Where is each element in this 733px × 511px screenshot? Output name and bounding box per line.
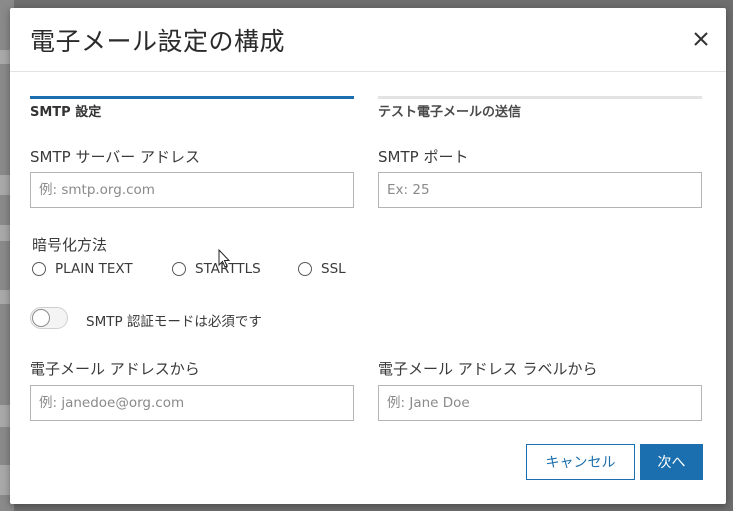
radio-circle <box>298 262 312 276</box>
radio-label: SSL <box>321 261 346 277</box>
radio-plain-text[interactable]: PLAIN TEXT <box>32 261 133 277</box>
close-icon <box>694 32 708 46</box>
smtp-port-input[interactable] <box>378 172 702 208</box>
cancel-button[interactable]: キャンセル <box>526 444 635 480</box>
smtp-server-label: SMTP サーバー アドレス <box>30 148 201 166</box>
toggle-knob <box>32 309 50 327</box>
tab-smtp-indicator <box>30 96 354 99</box>
radio-ssl[interactable]: SSL <box>298 261 346 277</box>
radio-label: PLAIN TEXT <box>55 261 133 277</box>
dialog-title: 電子メール設定の構成 <box>30 27 286 56</box>
tab-test-email-indicator <box>378 96 702 99</box>
smtp-auth-toggle[interactable] <box>30 307 68 329</box>
next-button[interactable]: 次へ <box>640 444 703 480</box>
smtp-port-label: SMTP ポート <box>378 148 469 166</box>
close-button[interactable] <box>690 28 712 50</box>
encryption-label: 暗号化方法 <box>32 236 108 254</box>
tab-smtp-settings[interactable]: SMTP 設定 <box>30 101 101 120</box>
smtp-auth-toggle-label: SMTP 認証モードは必須です <box>86 314 262 330</box>
from-address-label: 電子メール アドレスから <box>30 360 200 378</box>
from-address-input[interactable] <box>30 385 354 421</box>
smtp-server-input[interactable] <box>30 172 354 208</box>
email-settings-dialog: 電子メール設定の構成 SMTP 設定 テスト電子メールの送信 SMTP サーバー… <box>10 8 726 504</box>
tab-send-test-email[interactable]: テスト電子メールの送信 <box>378 101 521 120</box>
dialog-header: 電子メール設定の構成 <box>10 8 726 72</box>
radio-circle <box>172 262 186 276</box>
radio-starttls[interactable]: STARTTLS <box>172 261 261 277</box>
from-label-label: 電子メール アドレス ラベルから <box>378 360 598 378</box>
mouse-cursor-icon <box>218 249 231 268</box>
radio-circle <box>32 262 46 276</box>
from-label-input[interactable] <box>378 385 702 421</box>
